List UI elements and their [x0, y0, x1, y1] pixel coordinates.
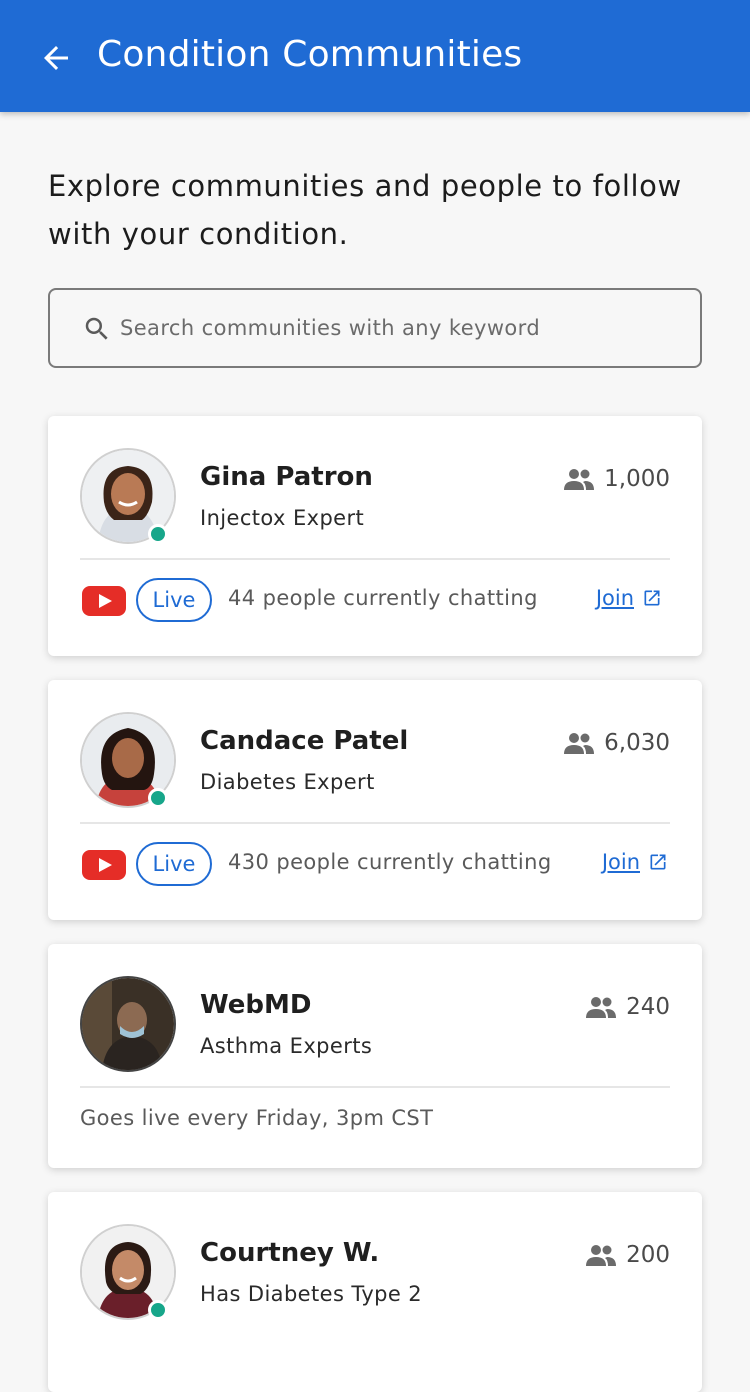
- people-icon: [586, 1245, 617, 1266]
- search-icon: [85, 317, 108, 340]
- member-count-value: 240: [626, 994, 670, 1020]
- online-status-dot: [148, 524, 168, 544]
- people-icon: [586, 997, 617, 1018]
- page-title: Condition Communities: [97, 34, 523, 75]
- community-card[interactable]: Gina Patron Injectox Expert 1,000 Live 4…: [48, 416, 702, 656]
- member-count-value: 6,030: [604, 730, 670, 756]
- app-bar: Condition Communities: [0, 0, 750, 112]
- arrow-left-icon: [44, 46, 68, 70]
- member-count: 1,000: [564, 466, 670, 492]
- member-count: 200: [586, 1242, 670, 1268]
- chatting-count: 430 people currently chatting: [228, 850, 552, 874]
- community-role: Has Diabetes Type 2: [200, 1282, 423, 1306]
- community-name: WebMD: [200, 990, 312, 1020]
- divider: [80, 1086, 670, 1088]
- avatar: [80, 976, 176, 1072]
- divider: [80, 822, 670, 824]
- youtube-icon: [82, 586, 126, 616]
- external-link-icon: [650, 854, 666, 870]
- community-name: Gina Patron: [200, 462, 373, 492]
- chatting-count: 44 people currently chatting: [228, 586, 538, 610]
- join-label[interactable]: Join: [602, 850, 640, 874]
- external-link-icon: [644, 590, 660, 606]
- community-name: Courtney W.: [200, 1238, 380, 1268]
- online-status-dot: [148, 1300, 168, 1320]
- community-role: Injectox Expert: [200, 506, 365, 530]
- search-input[interactable]: [120, 308, 680, 348]
- live-badge: Live: [136, 578, 212, 622]
- community-card[interactable]: Courtney W. Has Diabetes Type 2 200: [48, 1192, 702, 1392]
- live-schedule: Goes live every Friday, 3pm CST: [80, 1106, 434, 1130]
- search-box[interactable]: [48, 288, 702, 368]
- join-label[interactable]: Join: [596, 586, 634, 610]
- intro-text: Explore communities and people to follow…: [48, 169, 682, 251]
- community-card[interactable]: WebMD Asthma Experts 240 Goes live every…: [48, 944, 702, 1168]
- member-count-value: 1,000: [604, 466, 670, 492]
- live-badge: Live: [136, 842, 212, 886]
- divider: [80, 558, 670, 560]
- join-link[interactable]: Join: [596, 586, 662, 610]
- join-link[interactable]: Join: [602, 850, 668, 874]
- back-button[interactable]: [34, 36, 78, 80]
- community-role: Diabetes Expert: [200, 770, 375, 794]
- member-count-value: 200: [626, 1242, 670, 1268]
- people-icon: [564, 733, 595, 754]
- online-status-dot: [148, 788, 168, 808]
- member-count: 6,030: [564, 730, 670, 756]
- community-role: Asthma Experts: [200, 1034, 373, 1058]
- youtube-icon: [82, 850, 126, 880]
- community-name: Candace Patel: [200, 726, 409, 756]
- member-count: 240: [586, 994, 670, 1020]
- community-card[interactable]: Candace Patel Diabetes Expert 6,030 Live…: [48, 680, 702, 920]
- people-icon: [564, 469, 595, 490]
